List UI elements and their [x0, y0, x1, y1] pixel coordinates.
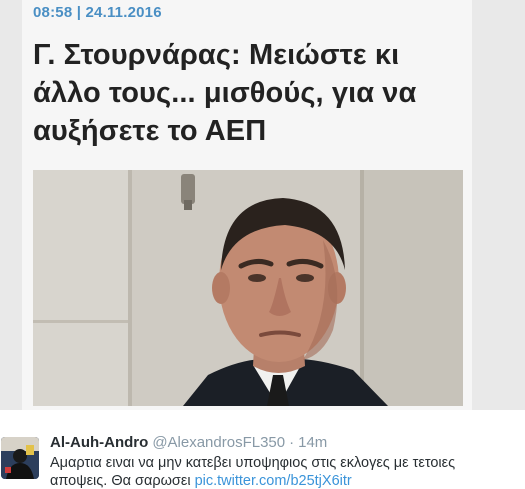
user-handle[interactable]: @AlexandrosFL350: [152, 434, 285, 451]
tweet[interactable]: Al-Auh-Andro @AlexandrosFL350 · 14m Αμαρτια…: [0, 410, 525, 489]
tweet-timestamp[interactable]: 14m: [298, 434, 327, 451]
tweet-header: Al-Auh-Andro @AlexandrosFL350 · 14m: [50, 434, 327, 451]
avatar[interactable]: [1, 437, 39, 479]
tweet-media-link[interactable]: pic.twitter.com/b25tjX6itr: [195, 473, 352, 489]
article-photo[interactable]: [33, 170, 463, 406]
portrait-photo-illustration: [33, 170, 463, 406]
article-headline[interactable]: Γ. Στουρνάρας: Μειώστε κι άλλο τους... μ…: [33, 36, 463, 150]
separator-dot: ·: [289, 434, 295, 451]
tweet-text: Αμαρτια ειναι να μην κατεβει υποψηφιος σ…: [50, 454, 500, 489]
avatar-image: [1, 437, 39, 479]
display-name[interactable]: Al-Auh-Andro: [50, 434, 148, 451]
tweet-screenshot: 08:58 | 24.11.2016 Γ. Στουρνάρας: Μειώστ…: [0, 0, 525, 489]
article-timestamp: 08:58 | 24.11.2016: [33, 4, 162, 21]
